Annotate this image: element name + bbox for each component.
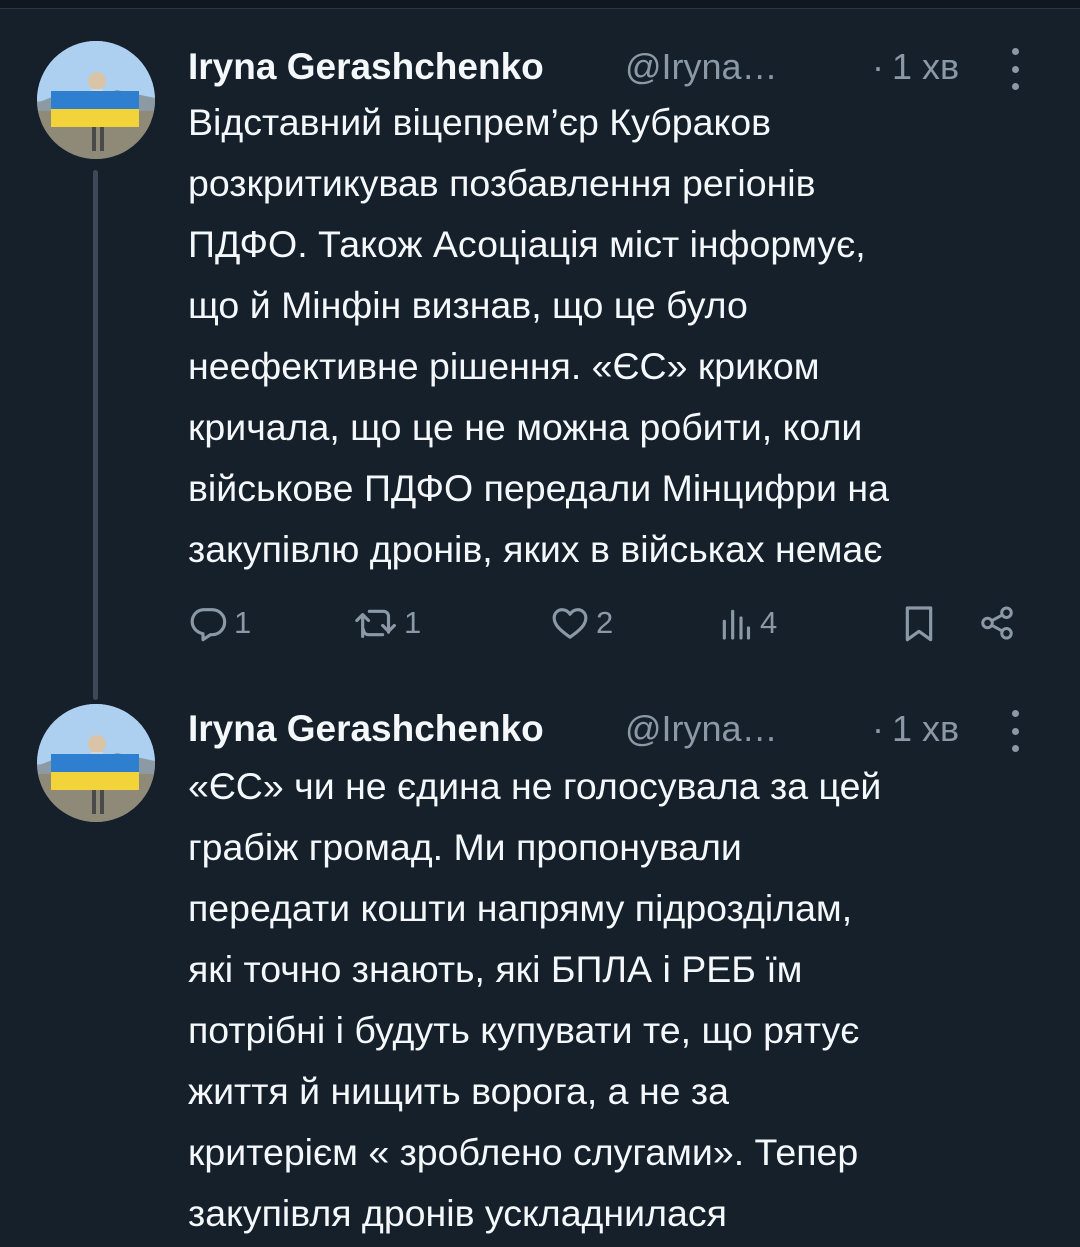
heart-icon <box>550 603 590 643</box>
like-button[interactable]: 2 <box>550 598 613 648</box>
tweet[interactable]: Iryna Gerashchenko @Iryna… · 1 хв «ЄС» ч… <box>0 690 1080 1247</box>
tweet-text: Відставний віцепрем’єр Кубраков розкрити… <box>188 92 1058 580</box>
timestamp[interactable]: 1 хв <box>892 46 959 88</box>
avatar[interactable] <box>37 704 155 822</box>
tweet-text-line: військове ПДФО передали Мінцифри на <box>188 467 889 509</box>
tweet-text-line: передати кошти напряму підрозділам, <box>188 887 853 929</box>
tweet-text-line: розкритикував позбавлення регіонів <box>188 162 816 204</box>
tweet-text-line: критерієм « зроблено слугами». Тепер <box>188 1131 859 1173</box>
tweet-text-line: ПДФО. Також Асоціація міст інформує, <box>188 223 866 265</box>
avatar[interactable] <box>37 41 155 159</box>
tweet-text-line: грабіж громад. Ми пропонували <box>188 826 742 868</box>
author-handle[interactable]: @Iryna… <box>625 46 778 88</box>
tweet-text-line: «ЄС» чи не єдина не голосувала за цей <box>188 765 882 807</box>
share-button[interactable] <box>978 598 1016 648</box>
tweet-text-line: потрібні і будуть купувати те, що рятує <box>188 1009 860 1051</box>
retweet-count: 1 <box>404 605 422 640</box>
author-handle[interactable]: @Iryna… <box>625 708 778 750</box>
tweet[interactable]: Iryna Gerashchenko @Iryna… · 1 хв Відста… <box>0 28 1080 700</box>
share-icon <box>978 603 1016 643</box>
more-vertical-icon[interactable] <box>1003 710 1027 752</box>
reply-button[interactable]: 1 <box>188 598 251 648</box>
tweet-text-line: закупівлю дронів, яких в військах немає <box>188 528 883 570</box>
timestamp[interactable]: 1 хв <box>892 708 959 750</box>
tweet-text-line: що й Мінфін визнав, що це було <box>188 284 748 326</box>
retweet-icon <box>354 603 398 643</box>
like-count: 2 <box>596 605 614 640</box>
retweet-button[interactable]: 1 <box>354 598 421 648</box>
avatar-photo <box>37 41 155 159</box>
author-name[interactable]: Iryna Gerashchenko <box>188 46 544 88</box>
top-divider <box>0 0 1080 9</box>
tweet-text: «ЄС» чи не єдина не голосувала за цей гр… <box>188 756 1058 1244</box>
author-name[interactable]: Iryna Gerashchenko <box>188 708 544 750</box>
views-chart-icon <box>718 603 754 643</box>
tweet-header: Iryna Gerashchenko @Iryna… · 1 хв <box>188 38 1048 96</box>
tweet-text-line: кричала, що це не можна робити, коли <box>188 406 863 448</box>
views-button[interactable]: 4 <box>718 598 777 648</box>
tweet-text-line: Відставний віцепрем’єр Кубраков <box>188 101 772 143</box>
action-bar: 1 1 2 4 <box>188 598 1038 648</box>
tweet-text-line: життя й нищить ворога, а не за <box>188 1070 729 1112</box>
reply-count: 1 <box>234 605 252 640</box>
separator-dot: · <box>872 46 884 87</box>
more-vertical-icon[interactable] <box>1003 48 1027 90</box>
bookmark-button[interactable] <box>900 598 938 648</box>
tweet-text-line: які точно знають, які БПЛА і РЕБ їм <box>188 948 803 990</box>
avatar-photo <box>37 704 155 822</box>
separator-dot: · <box>872 708 884 749</box>
bookmark-icon <box>900 603 938 643</box>
tweet-text-line: закупівля дронів ускладнилася <box>188 1192 727 1234</box>
reply-icon <box>188 603 228 643</box>
tweet-text-line: неефективне рішення. «ЄС» криком <box>188 345 820 387</box>
thread-connector-line <box>93 170 98 700</box>
tweet-header: Iryna Gerashchenko @Iryna… · 1 хв <box>188 700 1048 758</box>
views-count: 4 <box>760 605 778 640</box>
